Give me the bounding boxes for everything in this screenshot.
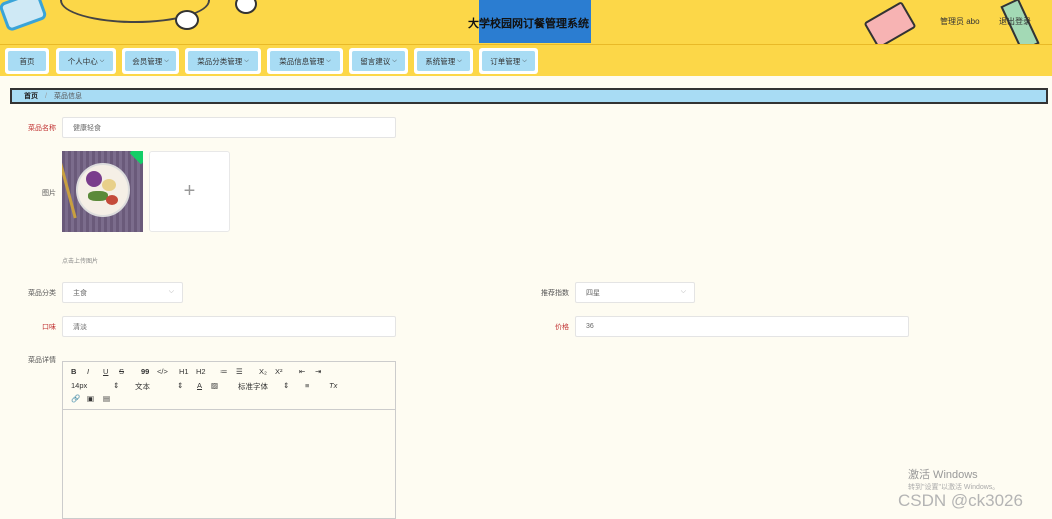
nav-item-label: 菜品信息管理 — [279, 56, 325, 66]
nav-item-label: 系统管理 — [425, 56, 456, 66]
app-header: 大学校园网订餐管理系统 管理员 abo 退出登录 — [0, 0, 1052, 44]
dish-name-input[interactable]: 健康轻食 — [62, 117, 396, 138]
app-title: 大学校园网订餐管理系统 — [468, 18, 589, 30]
breadcrumb-current: 菜品信息 — [53, 93, 82, 100]
chevron-down-icon: ⌵ — [457, 57, 462, 64]
image-upload-button[interactable]: + — [149, 151, 230, 232]
nav-item-system-management[interactable]: 系统管理 ⌵ — [414, 48, 473, 74]
video-icon[interactable]: ▤ — [103, 394, 110, 403]
price-value: 36 — [586, 323, 594, 330]
chevron-updown-icon: ⇕ — [177, 381, 184, 390]
taste-label: 口味 — [42, 324, 56, 331]
outdent-button[interactable]: ⇤ — [299, 367, 305, 376]
nav-item-label: 菜品分类管理 — [197, 56, 243, 66]
admin-label: 管理员 abo — [940, 17, 980, 26]
subscript-button[interactable]: X₂ — [259, 367, 267, 376]
logout-button[interactable]: 退出登录 — [999, 16, 1031, 27]
recommend-select[interactable]: 四星 ⌵ — [575, 282, 695, 303]
chevron-down-icon: ⌵ — [164, 57, 169, 64]
dish-name-label: 菜品名称 — [28, 125, 56, 132]
fork-graphic — [62, 159, 77, 219]
image-label: 图片 — [42, 190, 56, 197]
font-color-button[interactable]: A — [197, 381, 202, 390]
earbud-decoration — [175, 10, 199, 30]
chevron-updown-icon: ⇕ — [113, 381, 120, 390]
nav-item-home[interactable]: 首页 — [5, 48, 49, 74]
ordered-list-button[interactable]: ≔ — [220, 367, 228, 376]
price-input[interactable]: 36 — [575, 316, 909, 337]
font-size-select[interactable]: 14px — [71, 381, 87, 390]
nav-item-dish-info-management[interactable]: 菜品信息管理 ⌵ — [267, 48, 343, 74]
csdn-watermark: CSDN @ck3026 — [898, 491, 1023, 510]
recommend-label: 推荐指数 — [541, 290, 569, 297]
details-label: 菜品详情 — [28, 357, 56, 364]
nav-item-personal-center[interactable]: 个人中心 ⌵ — [56, 48, 116, 74]
nav-item-label: 订单管理 — [490, 56, 521, 66]
chevron-down-icon: ⌵ — [522, 57, 527, 64]
eraser-decoration — [863, 1, 917, 44]
recommend-value: 四星 — [586, 289, 600, 297]
heading1-button[interactable]: H1 — [179, 367, 189, 376]
clear-format-button[interactable]: Tx — [329, 381, 337, 390]
nav-item-label: 首页 — [19, 56, 35, 66]
heading2-button[interactable]: H2 — [196, 367, 206, 376]
chevron-down-icon: ⌵ — [99, 57, 105, 64]
plate-graphic — [76, 163, 130, 217]
chevron-down-icon: ⌵ — [168, 288, 174, 295]
nav-item-label: 会员管理 — [132, 56, 163, 66]
dish-image-thumbnail[interactable] — [62, 151, 143, 232]
main-nav: 首页 个人中心 ⌵ 会员管理 ⌵ 菜品分类管理 ⌵ 菜品信息管理 ⌵ 留言建议 ⌵ 系统管… — [0, 44, 1052, 76]
text-type-select[interactable]: 文本 — [135, 381, 150, 392]
price-label: 价格 — [555, 324, 569, 331]
blockquote-button[interactable]: 99 — [141, 367, 149, 376]
chevron-down-icon: ⌵ — [244, 57, 249, 64]
earbud-decoration — [235, 0, 257, 14]
link-icon[interactable]: 🔗 — [71, 394, 80, 403]
dish-name-value: 健康轻食 — [73, 124, 101, 132]
windows-activation-title: 激活 Windows — [908, 469, 978, 481]
plus-icon: + — [183, 180, 196, 202]
breadcrumb: 首页 / 菜品信息 — [10, 88, 1048, 104]
nav-item-member-management[interactable]: 会员管理 ⌵ — [122, 48, 179, 74]
italic-button[interactable]: I — [87, 367, 89, 376]
editor-toolbar: B I U S 99 </> H1 H2 ≔ ☰ X₂ X² ⇤ ⇥ 14px … — [63, 362, 395, 410]
chevron-down-icon: ⌵ — [392, 57, 397, 64]
chevron-down-icon: ⌵ — [326, 57, 331, 64]
nav-item-dish-category-management[interactable]: 菜品分类管理 ⌵ — [185, 48, 261, 74]
nav-item-order-management[interactable]: 订单管理 ⌵ — [479, 48, 538, 74]
taste-input[interactable]: 清淡 — [62, 316, 396, 337]
bullet-list-button[interactable]: ☰ — [236, 367, 243, 376]
upload-hint: 点击上传图片 — [62, 259, 99, 265]
code-block-button[interactable]: </> — [157, 367, 168, 376]
rich-text-editor: B I U S 99 </> H1 H2 ≔ ☰ X₂ X² ⇤ ⇥ 14px … — [62, 361, 396, 519]
breadcrumb-separator: / — [45, 92, 47, 100]
food-graphic — [86, 171, 102, 187]
food-graphic — [106, 195, 118, 205]
category-value: 主食 — [73, 289, 87, 297]
chevron-updown-icon: ⇕ — [283, 381, 290, 390]
background-color-icon[interactable]: ▨ — [211, 381, 218, 390]
underline-button[interactable]: U — [103, 367, 108, 376]
indent-button[interactable]: ⇥ — [315, 367, 321, 376]
category-select[interactable]: 主食 ⌵ — [62, 282, 183, 303]
food-graphic — [88, 191, 108, 201]
bold-button[interactable]: B — [71, 367, 76, 376]
upload-success-badge — [129, 151, 143, 165]
superscript-button[interactable]: X² — [275, 367, 283, 376]
strikethrough-button[interactable]: S — [119, 367, 124, 376]
font-family-select[interactable]: 标准字体 — [238, 381, 268, 392]
nav-item-feedback[interactable]: 留言建议 ⌵ — [349, 48, 408, 74]
editor-content-area[interactable] — [63, 410, 395, 518]
nav-item-label: 个人中心 — [67, 56, 98, 66]
align-button[interactable]: ≡ — [305, 381, 309, 390]
food-graphic — [102, 179, 116, 191]
category-label: 菜品分类 — [28, 290, 56, 297]
breadcrumb-home[interactable]: 首页 — [24, 91, 38, 101]
phone-decoration — [0, 0, 48, 33]
image-icon[interactable]: ▣ — [87, 394, 94, 403]
chevron-down-icon: ⌵ — [680, 288, 686, 295]
nav-item-label: 留言建议 — [360, 56, 391, 66]
taste-value: 清淡 — [73, 323, 87, 331]
